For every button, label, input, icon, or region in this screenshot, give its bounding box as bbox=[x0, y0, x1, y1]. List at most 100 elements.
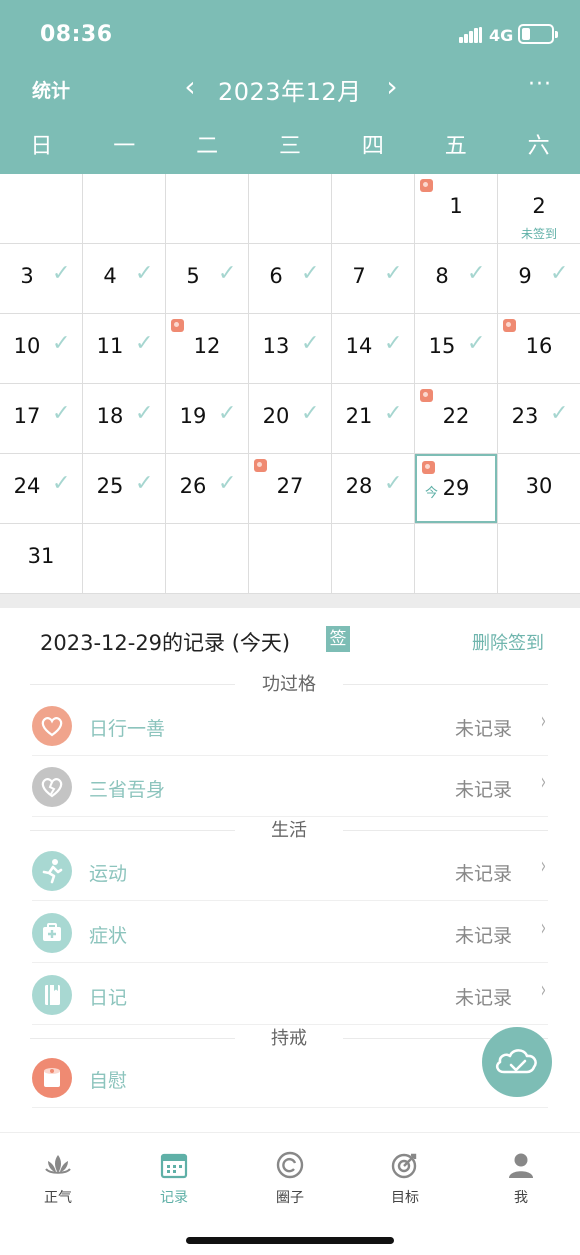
tab-label: 正气 bbox=[44, 1190, 72, 1206]
month-nav: 统计 ‹ 2023年12月 › ··· bbox=[0, 70, 580, 110]
chevron-right-icon: › bbox=[540, 978, 547, 1003]
cloud-sync-button[interactable] bbox=[482, 1027, 552, 1097]
day-number: 30 bbox=[525, 474, 553, 498]
today-marker: 今 bbox=[425, 486, 439, 501]
list-item-exercise[interactable]: 运动 未记录 › bbox=[32, 841, 548, 901]
weekday-label: 一 bbox=[113, 134, 136, 159]
checkmark-icon: ✓ bbox=[467, 331, 486, 356]
more-menu-button[interactable]: ··· bbox=[528, 72, 552, 97]
running-person-icon bbox=[32, 851, 72, 891]
checkmark-icon: ✓ bbox=[52, 401, 71, 426]
list-item-label: 运动 bbox=[89, 863, 128, 885]
calendar-day-15[interactable]: 15 ✓ bbox=[415, 314, 497, 383]
checkmark-icon: ✓ bbox=[135, 471, 154, 496]
target-icon bbox=[391, 1153, 417, 1179]
tab-zhengqi[interactable]: 正气 bbox=[18, 1149, 98, 1207]
tab-goals[interactable]: 目标 bbox=[365, 1149, 445, 1207]
checkmark-icon: ✓ bbox=[218, 471, 237, 496]
checkmark-icon: ✓ bbox=[384, 331, 403, 356]
calendar-day-31[interactable]: 31 bbox=[0, 524, 82, 593]
status-bar: 08:36 4G bbox=[0, 0, 580, 70]
calendar-day-2[interactable]: 2 未签到 bbox=[498, 174, 580, 243]
calendar-icon bbox=[160, 1153, 188, 1179]
calendar-day-16[interactable]: 16 bbox=[498, 314, 580, 383]
tissue-roll-icon bbox=[420, 179, 433, 192]
checkmark-icon: ✓ bbox=[550, 261, 569, 286]
chevron-left-icon[interactable]: ‹ bbox=[178, 70, 202, 104]
tab-label: 记录 bbox=[160, 1190, 188, 1206]
list-item-good-deed[interactable]: 日行一善 未记录 › bbox=[32, 696, 548, 756]
chevron-right-icon: › bbox=[540, 709, 547, 734]
tab-me[interactable]: 我 bbox=[481, 1149, 561, 1207]
tab-records[interactable]: 记录 bbox=[134, 1149, 214, 1207]
list-item-label: 症状 bbox=[89, 925, 128, 947]
calendar-day-11[interactable]: 11 ✓ bbox=[83, 314, 165, 383]
calendar-day-29[interactable]: 29 今 bbox=[415, 454, 497, 523]
day-number: 2 bbox=[532, 194, 546, 218]
list-item-diary[interactable]: 日记 未记录 › bbox=[32, 965, 548, 1025]
tab-circle[interactable]: 圈子 bbox=[250, 1149, 330, 1207]
signed-badge: 签 bbox=[326, 626, 350, 652]
checkmark-icon: ✓ bbox=[301, 331, 320, 356]
battery-icon bbox=[518, 24, 558, 44]
calendar-empty-cell bbox=[249, 174, 331, 243]
list-item-label: 日记 bbox=[89, 987, 128, 1009]
signal-icon bbox=[459, 27, 483, 43]
tissue-roll-icon bbox=[503, 319, 516, 332]
weekday-label: 四 bbox=[361, 134, 384, 159]
chevron-right-icon[interactable]: › bbox=[380, 70, 404, 104]
calendar-empty-cell bbox=[415, 524, 497, 593]
month-title: 2023年12月 bbox=[218, 78, 362, 106]
calendar-empty-cell bbox=[0, 174, 82, 243]
calendar-day-23[interactable]: 23 ✓ bbox=[498, 384, 580, 453]
user-icon bbox=[509, 1153, 533, 1178]
tissue-roll-icon bbox=[420, 389, 433, 402]
calendar-day-1[interactable]: 1 bbox=[415, 174, 497, 243]
checkmark-icon: ✓ bbox=[301, 401, 320, 426]
heart-icon bbox=[32, 706, 72, 746]
tissue-roll-icon bbox=[422, 461, 435, 474]
list-item-status: 未记录 bbox=[454, 718, 512, 740]
calendar-day-28[interactable]: 28 ✓ bbox=[332, 454, 414, 523]
calendar-grid: 1 2 未签到 3 ✓ 4 ✓ 5 ✓ 6 ✓ 7 ✓ 8 ✓ 9 ✓ 10 ✓ 11 ✓ 12 13 ✓ 14 ✓ 15 ✓ 16 17… bbox=[0, 174, 580, 594]
weekday-row: 日 一 二 三 四 五 六 bbox=[0, 128, 580, 164]
calendar-day-26[interactable]: 26 ✓ bbox=[166, 454, 248, 523]
list-item-precept[interactable]: 自慰 bbox=[32, 1048, 548, 1108]
list-item-label: 自慰 bbox=[89, 1070, 128, 1092]
checkmark-icon: ✓ bbox=[52, 471, 71, 496]
checkmark-icon: ✓ bbox=[218, 401, 237, 426]
calendar-empty-cell bbox=[498, 524, 580, 593]
section-divider bbox=[0, 594, 580, 608]
checkmark-icon: ✓ bbox=[52, 261, 71, 286]
calendar-day-9[interactable]: 9 ✓ bbox=[498, 244, 580, 313]
checkmark-icon: ✓ bbox=[301, 261, 320, 286]
weekday-label: 二 bbox=[196, 134, 219, 159]
list-item-symptom[interactable]: 症状 未记录 › bbox=[32, 903, 548, 963]
calendar-empty-cell bbox=[166, 524, 248, 593]
day-number: 16 bbox=[525, 334, 553, 358]
tab-label: 目标 bbox=[391, 1190, 419, 1206]
tissue-roll-icon bbox=[32, 1058, 72, 1098]
checkmark-icon: ✓ bbox=[384, 471, 403, 496]
list-item-self-reflection[interactable]: 三省吾身 未记录 › bbox=[32, 757, 548, 817]
checkmark-icon: ✓ bbox=[384, 401, 403, 426]
checkmark-icon: ✓ bbox=[52, 331, 71, 356]
tissue-roll-icon bbox=[254, 459, 267, 472]
weekday-label: 六 bbox=[527, 134, 550, 159]
chevron-right-icon: › bbox=[540, 770, 547, 795]
day-number: 1 bbox=[449, 194, 463, 218]
chevron-right-icon: › bbox=[540, 854, 547, 879]
weekday-label: 日 bbox=[30, 134, 53, 159]
checkmark-icon: ✓ bbox=[135, 401, 154, 426]
calendar-day-21[interactable]: 21 ✓ bbox=[332, 384, 414, 453]
day-number: 31 bbox=[27, 544, 55, 568]
calendar-empty-cell bbox=[83, 524, 165, 593]
medical-kit-icon bbox=[32, 913, 72, 953]
delete-checkin-button[interactable]: 删除签到 bbox=[472, 629, 544, 655]
calendar-empty-cell bbox=[332, 524, 414, 593]
lotus-icon bbox=[45, 1155, 71, 1174]
list-item-status: 未记录 bbox=[454, 779, 512, 801]
stats-button[interactable]: 统计 bbox=[32, 76, 70, 103]
app-header: 08:36 4G 统计 ‹ 2023年12月 › ··· 日 一 二 三 四 五… bbox=[0, 0, 580, 174]
calendar-day-30[interactable]: 30 bbox=[498, 454, 580, 523]
